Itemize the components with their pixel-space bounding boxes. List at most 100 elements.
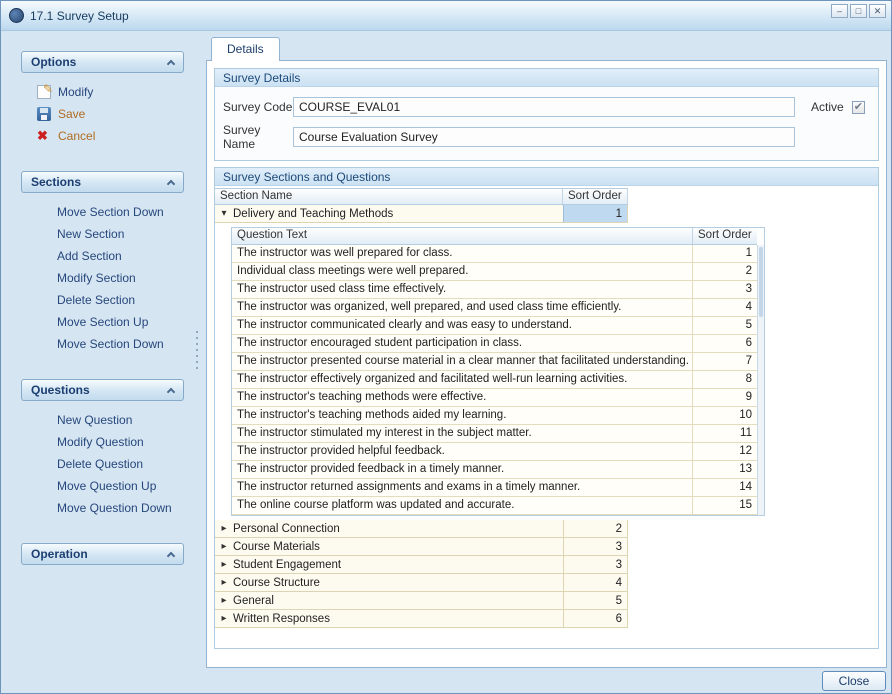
question-text: The instructor used class time effective… [232, 281, 693, 298]
sidebar-item-cancel[interactable]: Cancel [21, 125, 184, 147]
panel-items: New Question Modify Question Delete Questi… [21, 401, 184, 519]
survey-details-header: Survey Details [215, 69, 878, 87]
section-row-delivery-and-teaching-methods[interactable]: ▾Delivery and Teaching Methods1 [215, 205, 628, 223]
question-text: The instructor presented course material… [232, 353, 693, 370]
survey-name-input[interactable] [293, 127, 795, 147]
section-name: Student Engagement [233, 556, 563, 573]
question-row[interactable]: The instructor stimulated my interest in… [232, 425, 757, 443]
titlebar[interactable]: 17.1 Survey Setup ‒ □ ✕ [1, 1, 891, 31]
chevron-down-icon[interactable]: ▾ [215, 205, 233, 222]
chevron-up-icon [167, 59, 175, 67]
question-row[interactable]: The instructor encouraged student partic… [232, 335, 757, 353]
section-sort-order: 5 [563, 592, 628, 609]
section-row-written-responses[interactable]: ▸Written Responses6 [215, 610, 628, 628]
column-header-question-text[interactable]: Question Text [232, 228, 693, 244]
pencil-icon [37, 85, 51, 99]
sidebar-item-delete-question[interactable]: Delete Question [21, 453, 184, 475]
sections-grid: Section NameSort Order▾Delivery and Teac… [215, 186, 878, 628]
survey-details-group: Survey Details Survey Code Active Survey… [214, 68, 879, 161]
panel-operation: Operation [21, 543, 184, 565]
section-sort-order: 2 [563, 520, 628, 537]
survey-name-row: Survey Name [223, 126, 870, 148]
section-name: Personal Connection [233, 520, 563, 537]
chevron-right-icon[interactable]: ▸ [215, 538, 233, 555]
splitter-handle[interactable] [195, 331, 199, 371]
chevron-right-icon[interactable]: ▸ [215, 610, 233, 627]
sidebar-item-new-section[interactable]: New Section [21, 223, 184, 245]
survey-code-row: Survey Code Active [223, 96, 870, 118]
column-header-section-name[interactable]: Section Name [215, 189, 563, 204]
panel-header-operation[interactable]: Operation [21, 543, 184, 565]
minimize-button[interactable]: ‒ [831, 4, 848, 18]
sidebar-item-modify-section[interactable]: Modify Section [21, 267, 184, 289]
sidebar-item-add-section[interactable]: Add Section [21, 245, 184, 267]
chevron-right-icon[interactable]: ▸ [215, 520, 233, 537]
close-window-button[interactable]: ✕ [869, 4, 886, 18]
question-text: The instructor encouraged student partic… [232, 335, 693, 352]
sidebar-item-modify[interactable]: Modify [21, 81, 184, 103]
question-sort-order: 1 [693, 245, 757, 262]
section-sort-order: 3 [563, 538, 628, 555]
question-sort-order: 3 [693, 281, 757, 298]
section-row-course-structure[interactable]: ▸Course Structure4 [215, 574, 628, 592]
panel-header-sections[interactable]: Sections [21, 171, 184, 193]
sidebar-item-move-question-down[interactable]: Move Question Down [21, 497, 184, 519]
section-row-general[interactable]: ▸General5 [215, 592, 628, 610]
question-row[interactable]: The instructor provided feedback in a ti… [232, 461, 757, 479]
maximize-button[interactable]: □ [850, 4, 867, 18]
section-row-course-materials[interactable]: ▸Course Materials3 [215, 538, 628, 556]
question-row[interactable]: The instructor used class time effective… [232, 281, 757, 299]
question-sort-order: 6 [693, 335, 757, 352]
sidebar-item-modify-question[interactable]: Modify Question [21, 431, 184, 453]
panel-sections: Sections Move Section Down New Section Add … [21, 171, 184, 355]
close-button[interactable]: Close [822, 671, 886, 691]
question-row[interactable]: The online course platform was updated a… [232, 497, 757, 515]
panel-title: Sections [31, 175, 81, 189]
question-row[interactable]: The instructor effectively organized and… [232, 371, 757, 389]
active-label: Active [811, 100, 844, 114]
section-row-personal-connection[interactable]: ▸Personal Connection2 [215, 520, 628, 538]
sidebar-item-save[interactable]: Save [21, 103, 184, 125]
question-row[interactable]: Individual class meetings were well prep… [232, 263, 757, 281]
column-header-question-sort-order[interactable]: Sort Order [693, 228, 757, 244]
question-row[interactable]: The instructor provided helpful feedback… [232, 443, 757, 461]
active-checkbox[interactable] [852, 101, 865, 114]
sidebar-item-move-section-down[interactable]: Move Section Down [21, 333, 184, 355]
detail-scrollbar[interactable] [757, 245, 764, 515]
panel-header-options[interactable]: Options [21, 51, 184, 73]
sidebar-item-move-question-up[interactable]: Move Question Up [21, 475, 184, 497]
chevron-right-icon[interactable]: ▸ [215, 574, 233, 591]
question-row[interactable]: The instructor's teaching methods were e… [232, 389, 757, 407]
sidebar-item-move-section-down[interactable]: Move Section Down [21, 201, 184, 223]
chevron-right-icon[interactable]: ▸ [215, 556, 233, 573]
survey-code-input[interactable] [293, 97, 795, 117]
sidebar-item-label: Cancel [58, 129, 95, 143]
question-column-headers: Question TextSort Order [232, 228, 757, 245]
sidebar-item-label: Modify Question [57, 435, 144, 449]
question-sort-order: 7 [693, 353, 757, 370]
question-row[interactable]: The instructor was organized, well prepa… [232, 299, 757, 317]
sidebar-item-delete-section[interactable]: Delete Section [21, 289, 184, 311]
panel-title: Questions [31, 383, 90, 397]
question-text: The instructor was organized, well prepa… [232, 299, 693, 316]
sidebar-item-label: Move Question Down [57, 501, 172, 515]
section-name: Delivery and Teaching Methods [233, 205, 563, 222]
tab-details[interactable]: Details [211, 37, 280, 61]
question-text: The instructor's teaching methods aided … [232, 407, 693, 424]
question-row[interactable]: The instructor returned assignments and … [232, 479, 757, 497]
question-row[interactable]: The instructor communicated clearly and … [232, 317, 757, 335]
survey-code-label: Survey Code [223, 100, 293, 114]
chevron-right-icon[interactable]: ▸ [215, 592, 233, 609]
sidebar-item-label: Modify Section [57, 271, 136, 285]
sidebar-item-label: New Section [57, 227, 124, 241]
question-row[interactable]: The instructor presented course material… [232, 353, 757, 371]
section-row-student-engagement[interactable]: ▸Student Engagement3 [215, 556, 628, 574]
question-row[interactable]: The instructor was well prepared for cla… [232, 245, 757, 263]
panel-header-questions[interactable]: Questions [21, 379, 184, 401]
sidebar-item-new-question[interactable]: New Question [21, 409, 184, 431]
question-text: The instructor stimulated my interest in… [232, 425, 693, 442]
sidebar-item-move-section-up[interactable]: Move Section Up [21, 311, 184, 333]
column-header-sort-order[interactable]: Sort Order [563, 189, 628, 204]
details-panel: Survey Details Survey Code Active Survey… [206, 60, 887, 668]
question-row[interactable]: The instructor's teaching methods aided … [232, 407, 757, 425]
